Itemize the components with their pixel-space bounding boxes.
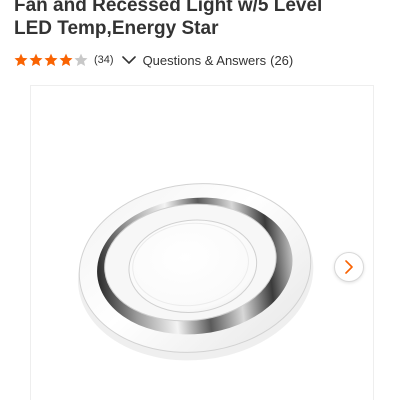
rating-row: (34) Questions & Answers (26) xyxy=(14,50,293,70)
carousel-next-button[interactable] xyxy=(334,252,364,282)
product-title-line-2: LED Temp,Energy Star xyxy=(14,18,219,39)
chevron-down-icon xyxy=(121,56,136,64)
chevron-right-icon xyxy=(345,260,353,274)
questions-answers-label: Questions & Answers xyxy=(142,52,267,68)
star-filled-icon xyxy=(14,53,28,66)
product-image-frame xyxy=(30,85,374,400)
questions-answers-toggle[interactable]: Questions & Answers (26) xyxy=(121,52,294,68)
star-empty-icon xyxy=(74,53,88,66)
questions-answers-count: (26) xyxy=(270,52,294,68)
star-filled-icon xyxy=(44,53,58,66)
product-title-line-1: Fan and Recessed Light w/5 Level xyxy=(14,0,323,16)
star-filled-icon xyxy=(29,53,43,66)
star-filled-icon xyxy=(59,53,73,66)
star-rating[interactable] xyxy=(14,53,88,67)
review-count[interactable]: (34) xyxy=(94,54,114,66)
product-title: Fan and Recessed Light w/5 Level LED Tem… xyxy=(14,0,394,40)
product-page: Fan and Recessed Light w/5 Level LED Tem… xyxy=(0,0,400,400)
product-image[interactable] xyxy=(31,86,375,400)
